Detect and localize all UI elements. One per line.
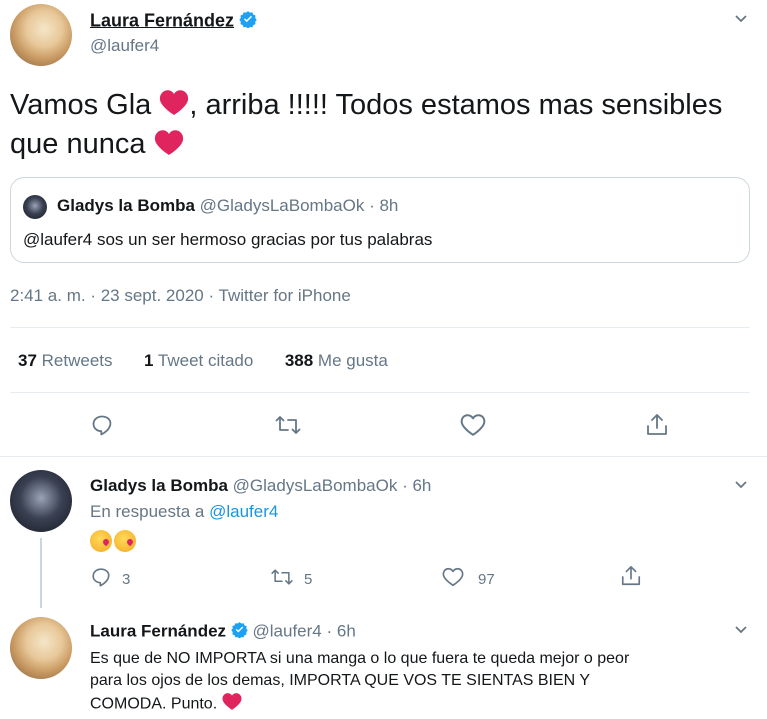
reply-emojis	[90, 530, 138, 557]
tweet-text-line2: que nunca	[10, 125, 760, 164]
author-name[interactable]: Laura Fernández	[90, 10, 234, 30]
reply-time[interactable]: · 6h	[402, 476, 431, 495]
tweet-stats: 37 Retweets 1 Tweet citado 388 Me gusta	[18, 351, 388, 371]
retweets-count: 37	[18, 351, 37, 370]
reply-text-line3: COMODA. Punto.	[90, 692, 629, 717]
author-handle[interactable]: @laufer4	[90, 36, 159, 56]
reply-header: Laura Fernández @laufer4 · 6h	[90, 621, 356, 643]
divider	[10, 392, 750, 393]
reply-text-part: COMODA. Punto.	[90, 695, 218, 713]
heart-emoji-icon	[222, 692, 242, 717]
heart-emoji-icon	[159, 87, 189, 125]
author-avatar[interactable]	[10, 4, 72, 66]
reply-action[interactable]: 3	[90, 566, 130, 592]
reply-author-name[interactable]: Gladys la Bomba	[90, 476, 228, 495]
reply-text-line: para los ojos de los demas, IMPORTA QUE …	[90, 672, 591, 689]
retweet-icon[interactable]	[274, 413, 302, 442]
quoted-text: @laufer4 sos un ser hermoso gracias por …	[23, 230, 433, 249]
reply-text: Es que de NO IMPORTA si una manga o lo q…	[90, 648, 629, 717]
likes-stat[interactable]: 388 Me gusta	[285, 351, 388, 370]
reply-author-avatar[interactable]	[10, 470, 72, 532]
retweets-label: Retweets	[41, 351, 113, 370]
like-icon[interactable]	[460, 413, 486, 442]
like-action[interactable]: 97	[442, 566, 495, 592]
tweet-text-part: que nunca	[10, 128, 146, 161]
likes-count: 388	[284, 351, 314, 370]
divider	[10, 327, 750, 328]
heart-emoji-icon	[154, 127, 184, 165]
reply-author-handle[interactable]: @GladysLaBombaOk	[233, 476, 398, 495]
reply-time[interactable]: · 6h	[327, 621, 356, 640]
quoted-author-handle: @GladysLaBombaOk	[199, 196, 365, 215]
kiss-emoji-icon	[90, 530, 112, 552]
reply-text-line: Es que de NO IMPORTA si una manga o lo q…	[90, 650, 630, 667]
retweets-stat[interactable]: 37 Retweets	[18, 351, 113, 370]
tweet-meta: 2:41 a. m. · 23 sept. 2020 · Twitter for…	[10, 286, 351, 305]
reply-context: En respuesta a @laufer4	[90, 502, 278, 522]
reply-header: Gladys la Bomba @GladysLaBombaOk · 6h	[90, 476, 431, 496]
likes-label: Me gusta	[317, 351, 388, 370]
share-icon[interactable]	[645, 412, 669, 443]
verified-badge-icon	[239, 10, 257, 33]
reply-author-name[interactable]: Laura Fernández	[90, 621, 226, 640]
thread-line	[40, 538, 42, 608]
reply-author-avatar[interactable]	[10, 617, 72, 679]
reply-icon[interactable]	[90, 413, 114, 442]
quoted-author-avatar	[23, 195, 47, 219]
retweet-icon	[270, 566, 294, 592]
quoted-time: · 8h	[369, 196, 399, 215]
quoted-author-name: Gladys la Bomba	[57, 196, 195, 215]
tweet-text-part: Vamos Gla	[10, 89, 152, 121]
chevron-down-icon[interactable]	[733, 621, 749, 637]
chevron-down-icon[interactable]	[733, 476, 749, 492]
reply-icon	[90, 566, 112, 592]
reply-count: 3	[122, 570, 131, 588]
kiss-emoji-icon	[114, 530, 136, 552]
quotes-count: 1	[144, 351, 154, 370]
reply-author-handle[interactable]: @laufer4	[253, 621, 322, 640]
tweet-text-line1: Vamos Gla , arriba !!!!! Todos estamos m…	[10, 86, 760, 125]
retweet-action[interactable]: 5	[270, 566, 312, 592]
divider	[0, 456, 767, 457]
quoted-tweet[interactable]: Gladys la Bomba @GladysLaBombaOk · 8h @l…	[10, 177, 750, 263]
author-header: Laura Fernández	[90, 10, 257, 33]
retweet-count: 5	[304, 570, 313, 588]
verified-badge-icon	[231, 621, 248, 643]
tweet-text: Vamos Gla , arriba !!!!! Todos estamos m…	[10, 86, 760, 165]
like-icon	[442, 566, 464, 592]
reply-to-link[interactable]: @laufer4	[209, 502, 278, 521]
reply-prefix: En respuesta a	[90, 502, 205, 521]
tweet-text-part: , arriba !!!!! Todos estamos mas sensibl…	[189, 89, 723, 121]
chevron-down-icon[interactable]	[733, 10, 749, 26]
quoted-header: Gladys la Bomba @GladysLaBombaOk · 8h	[57, 196, 398, 216]
share-icon[interactable]	[620, 564, 642, 593]
quotes-label: Tweet citado	[157, 351, 254, 370]
quotes-stat[interactable]: 1 Tweet citado	[144, 351, 253, 370]
like-count: 97	[478, 570, 495, 588]
